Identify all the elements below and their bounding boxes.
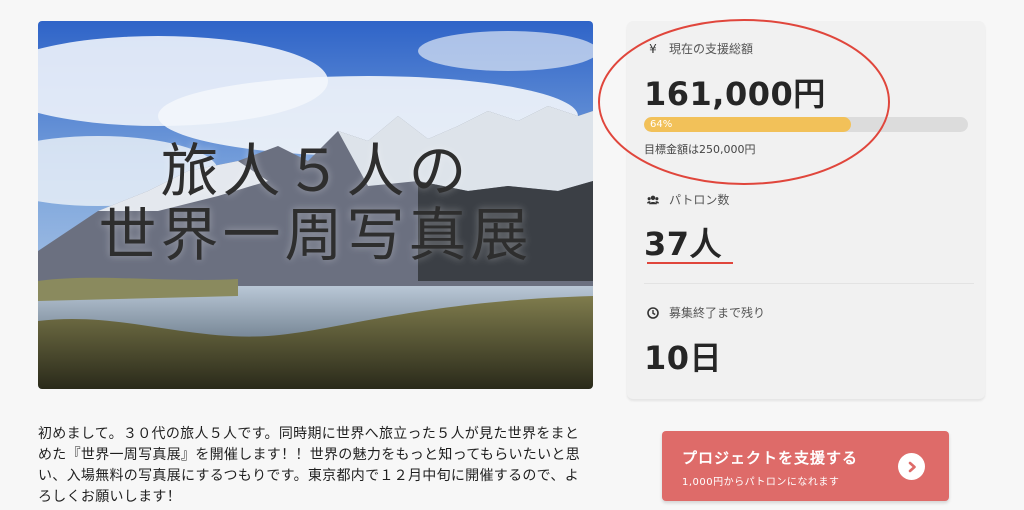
users-icon bbox=[647, 194, 659, 206]
remaining-days: 10日 bbox=[644, 339, 723, 377]
hero-title-line-1: 旅人５人の bbox=[160, 137, 471, 205]
patrons-label-text: パトロン数 bbox=[669, 193, 730, 207]
project-hero-image: 旅人５人の 世界一周写真展 bbox=[38, 21, 593, 389]
yen-icon: ¥ bbox=[649, 41, 657, 56]
funding-progress-bar: 64% bbox=[644, 117, 968, 132]
funding-goal: 目標金額は250,000円 bbox=[644, 143, 756, 156]
project-stats-panel: ¥ 現在の支援総額 161,000円 64% 目標金額は250,000円 パトロ… bbox=[627, 21, 985, 399]
hero-title: 旅人５人の 世界一周写真展 bbox=[38, 139, 593, 267]
project-description: 初めまして。３０代の旅人５人です。同時期に世界へ旅立った５人が見た世界をまとめた… bbox=[38, 426, 580, 505]
patrons-underline bbox=[647, 262, 733, 264]
stats-divider bbox=[644, 283, 974, 284]
support-button-sublabel: 1,000円からパトロンになれます bbox=[682, 477, 840, 488]
funding-amount: 161,000円 bbox=[644, 75, 826, 113]
hero-title-line-2: 世界一周写真展 bbox=[98, 201, 533, 269]
patrons-count: 37人 bbox=[644, 225, 723, 263]
remaining-label-text: 募集終了まで残り bbox=[669, 306, 766, 320]
support-project-button[interactable]: プロジェクトを支援する 1,000円からパトロンになれます bbox=[662, 431, 949, 501]
chevron-right-icon bbox=[898, 453, 925, 480]
funding-progress-fill: 64% bbox=[644, 117, 852, 132]
clock-icon bbox=[647, 306, 659, 319]
support-button-label: プロジェクトを支援する bbox=[682, 449, 859, 467]
funding-label-text: 現在の支援総額 bbox=[669, 42, 754, 56]
patrons-label: パトロン数 bbox=[647, 191, 729, 208]
remaining-label: 募集終了まで残り bbox=[647, 304, 765, 321]
funding-label: ¥ 現在の支援総額 bbox=[647, 40, 753, 57]
